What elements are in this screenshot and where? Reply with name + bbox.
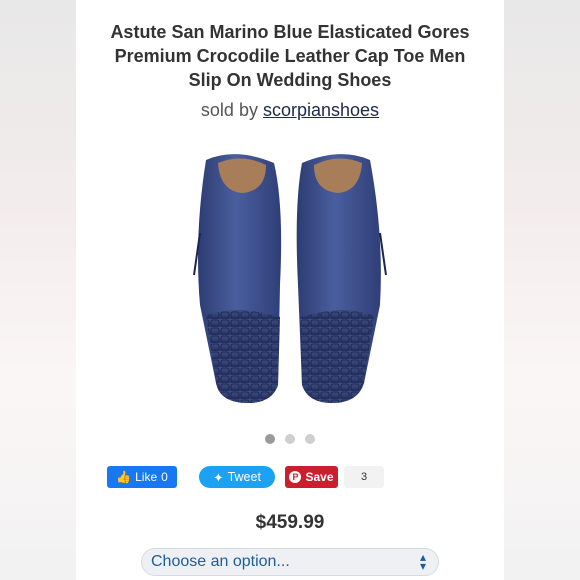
option-select[interactable]: Choose an option... ▴ ▾ <box>141 548 439 576</box>
sold-by-prefix: sold by <box>200 100 258 120</box>
left-backdrop <box>0 0 76 580</box>
twitter-bird-icon: ✦ <box>213 470 224 485</box>
left-shoe <box>193 154 282 403</box>
product-title: Astute San Marino Blue Elasticated Gores… <box>110 22 470 90</box>
option-select-label: Choose an option... <box>151 553 290 570</box>
seller-link[interactable]: scorpianshoes <box>263 100 379 120</box>
tweet-button[interactable]: ✦ Tweet <box>199 466 275 488</box>
save-count: 3 <box>344 466 384 488</box>
chevron-updown-icon: ▴ ▾ <box>419 550 426 573</box>
gallery-dot[interactable] <box>265 434 275 444</box>
product-card: Astute San Marino Blue Elasticated Gores… <box>76 0 504 580</box>
gallery-dots <box>76 434 504 444</box>
pinterest-save-button[interactable]: P Save <box>285 466 338 488</box>
facebook-like-button[interactable]: 👍 Like 0 <box>107 466 177 488</box>
gallery-dot[interactable] <box>285 434 295 444</box>
right-shoe <box>296 154 387 403</box>
sold-by-line: sold by scorpianshoes <box>76 100 504 121</box>
pinterest-icon: P <box>289 471 302 483</box>
facebook-thumb-icon: 👍 <box>116 470 132 484</box>
gallery-dot[interactable] <box>305 434 315 444</box>
product-photo[interactable] <box>160 135 420 420</box>
right-backdrop <box>504 0 580 580</box>
price: $459.99 <box>255 512 325 533</box>
